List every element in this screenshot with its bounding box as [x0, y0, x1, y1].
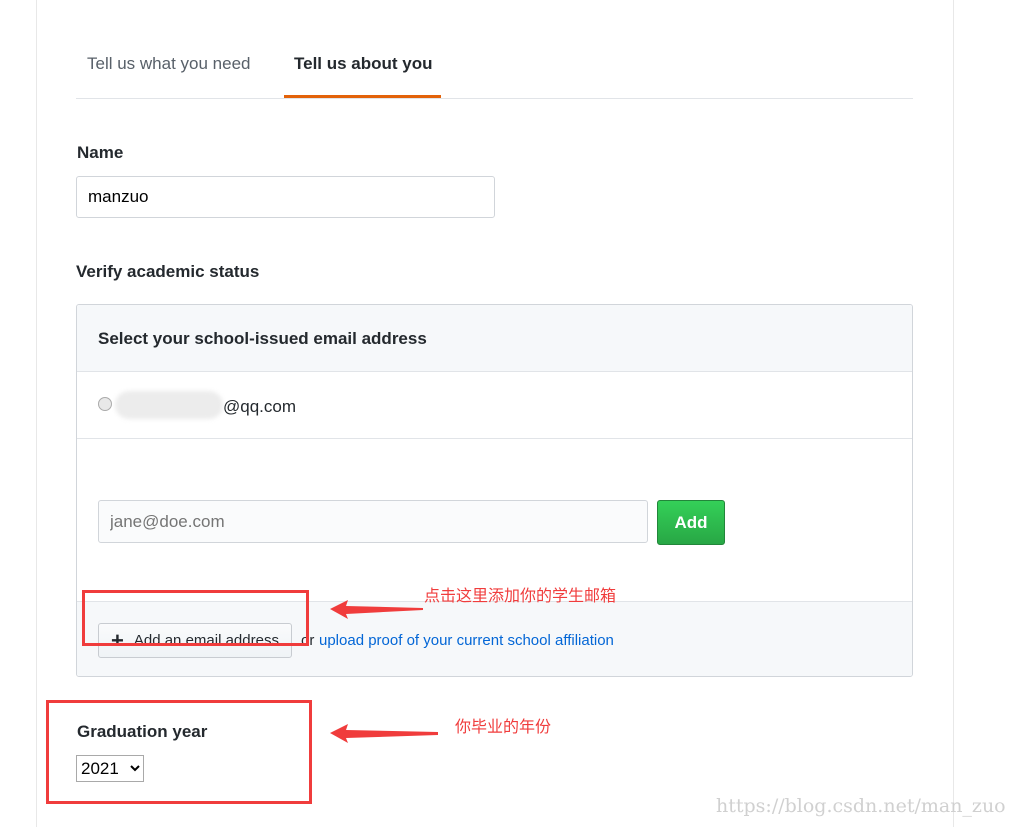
redacted-email-blur: [115, 391, 223, 419]
name-input[interactable]: [76, 176, 495, 218]
email-option[interactable]: @qq.com: [77, 372, 912, 439]
tab-tell-us-about-you[interactable]: Tell us about you: [294, 54, 433, 74]
box-header: Select your school-issued email address: [77, 305, 912, 372]
upload-proof-link[interactable]: upload proof of your current school affi…: [319, 632, 614, 649]
name-label: Name: [77, 143, 124, 162]
email-suffix: @qq.com: [223, 397, 297, 416]
box-title: Select your school-issued email address: [98, 329, 427, 348]
annotation-note-year: 你毕业的年份: [455, 719, 552, 736]
add-button[interactable]: Add: [657, 500, 725, 545]
watermark: https://blog.csdn.net/man_zuo: [716, 795, 1006, 817]
annotation-arrow-email: [330, 600, 423, 619]
annotation-box-email: [82, 590, 309, 646]
annotation-box-year: [46, 700, 312, 804]
new-email-input[interactable]: [98, 500, 648, 543]
tab-tell-us-what-you-need[interactable]: Tell us what you need: [87, 54, 251, 74]
annotation-note-email: 点击这里添加你的学生邮箱: [424, 588, 617, 605]
email-radio[interactable]: [98, 397, 112, 411]
tab-bar: Tell us what you need Tell us about you: [76, 0, 913, 99]
verify-label: Verify academic status: [76, 262, 260, 281]
annotation-arrow-year: [330, 724, 438, 743]
active-tab-indicator: [284, 95, 441, 98]
